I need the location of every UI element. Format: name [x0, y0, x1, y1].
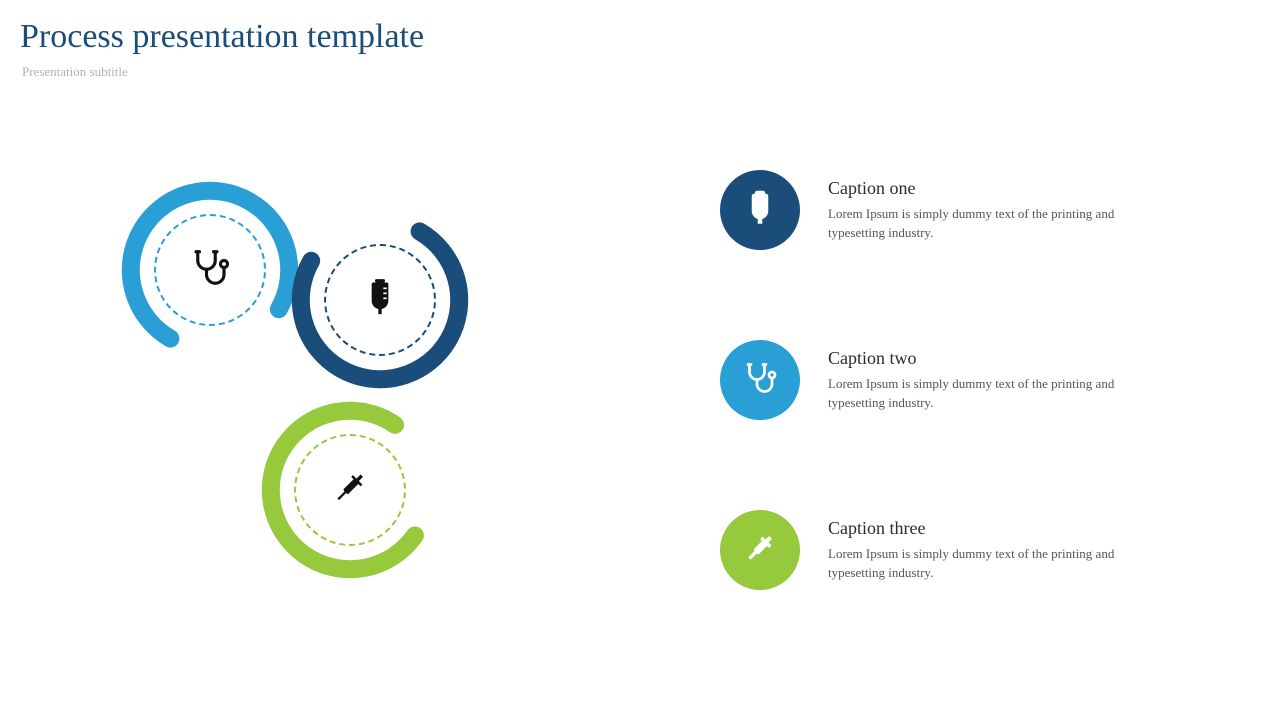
iv-bag-icon — [360, 278, 400, 323]
caption-bubble-2 — [720, 340, 800, 420]
caption-title: Caption two — [828, 348, 1180, 369]
stethoscope-icon — [189, 247, 231, 294]
caption-bubble-1 — [720, 170, 800, 250]
caption-row-1: Caption one Lorem Ipsum is simply dummy … — [720, 170, 1180, 250]
syringe-icon — [743, 531, 777, 570]
page-title: Process presentation template — [20, 18, 424, 56]
caption-title: Caption one — [828, 178, 1180, 199]
caption-body: Lorem Ipsum is simply dummy text of the … — [828, 545, 1128, 583]
caption-body: Lorem Ipsum is simply dummy text of the … — [828, 375, 1128, 413]
caption-row-2: Caption two Lorem Ipsum is simply dummy … — [720, 340, 1180, 420]
stethoscope-icon — [742, 360, 778, 401]
syringe-icon — [330, 468, 370, 513]
diagram-node-3 — [260, 400, 440, 580]
caption-title: Caption three — [828, 518, 1180, 539]
caption-bubble-3 — [720, 510, 800, 590]
iv-bag-icon — [742, 190, 778, 231]
caption-body: Lorem Ipsum is simply dummy text of the … — [828, 205, 1128, 243]
process-diagram — [120, 160, 600, 640]
diagram-node-2 — [290, 210, 470, 390]
caption-list: Caption one Lorem Ipsum is simply dummy … — [720, 170, 1180, 590]
caption-row-3: Caption three Lorem Ipsum is simply dumm… — [720, 510, 1180, 590]
diagram-node-1 — [120, 180, 300, 360]
page-subtitle: Presentation subtitle — [22, 64, 128, 80]
